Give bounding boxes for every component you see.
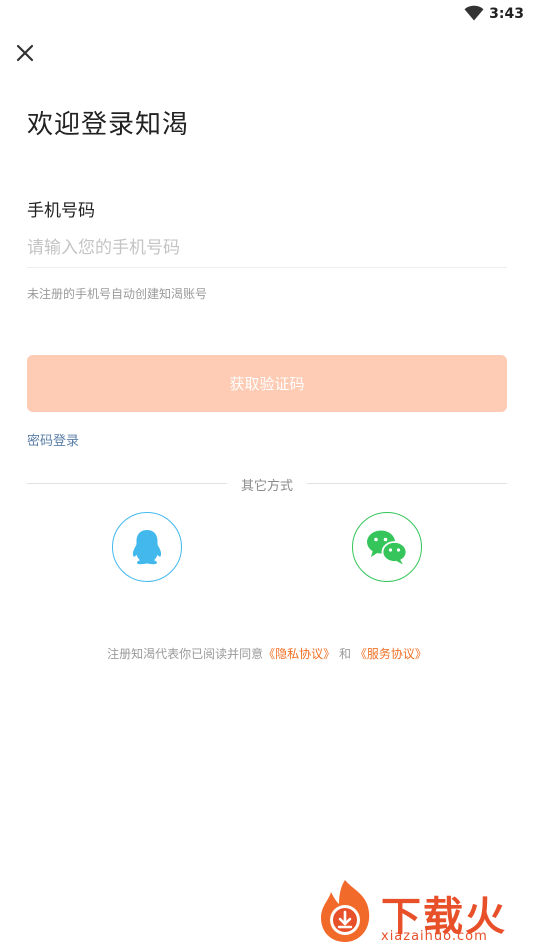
status-clock: 3:43 <box>489 6 524 22</box>
agreement-prefix: 注册知渴代表你已阅读并同意 <box>107 647 264 661</box>
other-methods-label: 其它方式 <box>240 479 293 494</box>
divider-right <box>307 483 507 484</box>
wifi-icon <box>464 5 484 21</box>
get-code-button[interactable]: 获取验证码 <box>27 355 507 412</box>
flame-logo-icon <box>321 880 370 942</box>
wechat-icon <box>367 530 408 565</box>
agreement-text: 注册知渴代表你已阅读并同意《隐私协议》 和 《服务协议》 <box>0 645 534 662</box>
password-login-link[interactable]: 密码登录 <box>27 430 79 449</box>
wechat-login-button[interactable] <box>352 512 422 582</box>
qq-icon <box>132 530 162 565</box>
agreement-conjunction: 和 <box>339 647 352 661</box>
privacy-policy-link[interactable]: 《隐私协议》 <box>263 647 335 661</box>
qq-login-button[interactable] <box>112 512 182 582</box>
page-title: 欢迎登录知渴 <box>27 110 190 140</box>
phone-hint: 未注册的手机号自动创建知渴账号 <box>27 287 208 301</box>
divider-left <box>27 483 227 484</box>
phone-input[interactable] <box>27 228 507 268</box>
watermark: 下载火 xiazaihuo.com <box>315 878 530 946</box>
close-icon <box>16 44 34 62</box>
watermark-domain: xiazaihuo.com <box>381 929 488 944</box>
service-agreement-link[interactable]: 《服务协议》 <box>355 647 427 661</box>
close-button[interactable] <box>12 40 38 66</box>
phone-label: 手机号码 <box>27 201 95 221</box>
status-bar: 3:43 <box>0 0 534 30</box>
